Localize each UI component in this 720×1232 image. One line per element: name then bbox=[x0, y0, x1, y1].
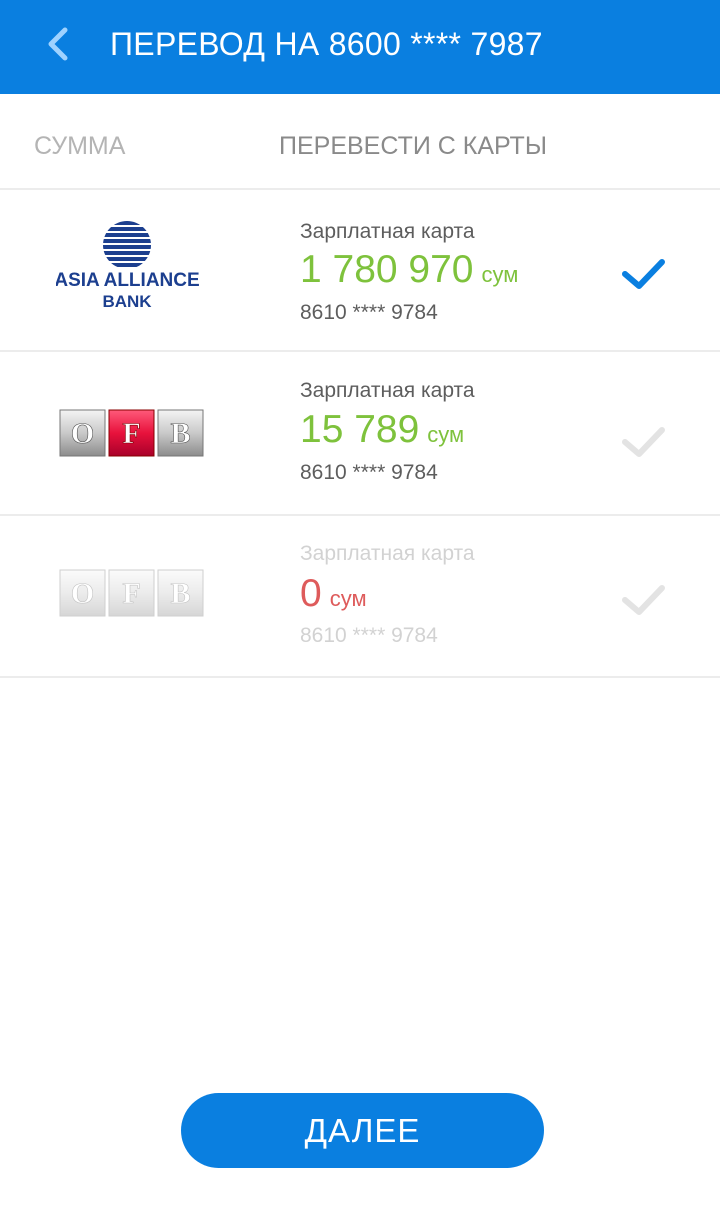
ofb-bank-logo: O F B bbox=[56, 546, 206, 646]
card-number: 8610 **** 9784 bbox=[300, 461, 438, 484]
svg-text:B: B bbox=[170, 417, 190, 450]
card-name: Зарплатная карта bbox=[300, 542, 475, 565]
balance-currency: сум bbox=[329, 586, 367, 611]
card-name: Зарплатная карта bbox=[300, 379, 475, 402]
balance-currency: сум bbox=[427, 422, 465, 447]
tab-amount[interactable]: СУММА bbox=[34, 132, 125, 161]
next-button[interactable]: ДАЛЕЕ bbox=[181, 1093, 544, 1168]
card-name: Зарплатная карта bbox=[300, 220, 475, 243]
balance-amount: 1 780 970 bbox=[300, 248, 474, 291]
chevron-left-icon bbox=[48, 27, 68, 61]
svg-text:F: F bbox=[122, 417, 140, 450]
card-option-ofb[interactable]: O F B Зарплатная карта 15 789 сум 8610 **… bbox=[0, 354, 720, 516]
card-option-asia-alliance[interactable]: ASIA ALLIANCE BANK Зарплатная карта 1 78… bbox=[0, 190, 720, 352]
logo-text-line2: BANK bbox=[102, 292, 152, 311]
balance-amount: 0 bbox=[300, 572, 322, 615]
tab-bar: СУММА ПЕРЕВЕСТИ С КАРТЫ bbox=[0, 94, 720, 190]
tab-transfer-from-card[interactable]: ПЕРЕВЕСТИ С КАРТЫ bbox=[279, 132, 547, 161]
svg-text:B: B bbox=[170, 577, 190, 610]
card-balance: 0 сум bbox=[300, 572, 367, 616]
balance-amount: 15 789 bbox=[300, 408, 420, 451]
check-icon bbox=[620, 580, 666, 620]
asia-alliance-bank-logo: ASIA ALLIANCE BANK bbox=[54, 218, 206, 318]
svg-text:O: O bbox=[71, 417, 94, 450]
card-number: 8610 **** 9784 bbox=[300, 301, 438, 324]
svg-text:O: O bbox=[71, 577, 94, 610]
ofb-bank-logo: O F B bbox=[56, 386, 206, 486]
card-option-ofb-disabled: O F B Зарплатная карта 0 сум 8610 **** 97… bbox=[0, 516, 720, 678]
check-icon bbox=[620, 254, 666, 294]
back-button[interactable] bbox=[38, 22, 78, 66]
svg-text:F: F bbox=[122, 577, 140, 610]
check-icon bbox=[620, 422, 666, 462]
card-number: 8610 **** 9784 bbox=[300, 624, 438, 647]
card-balance: 1 780 970 сум bbox=[300, 248, 518, 292]
page-title: ПЕРЕВОД НА 8600 **** 7987 bbox=[110, 26, 543, 62]
top-bar: ПЕРЕВОД НА 8600 **** 7987 bbox=[0, 0, 720, 94]
card-balance: 15 789 сум bbox=[300, 408, 464, 452]
logo-text-line1: ASIA ALLIANCE bbox=[56, 270, 200, 291]
balance-currency: сум bbox=[481, 262, 519, 287]
